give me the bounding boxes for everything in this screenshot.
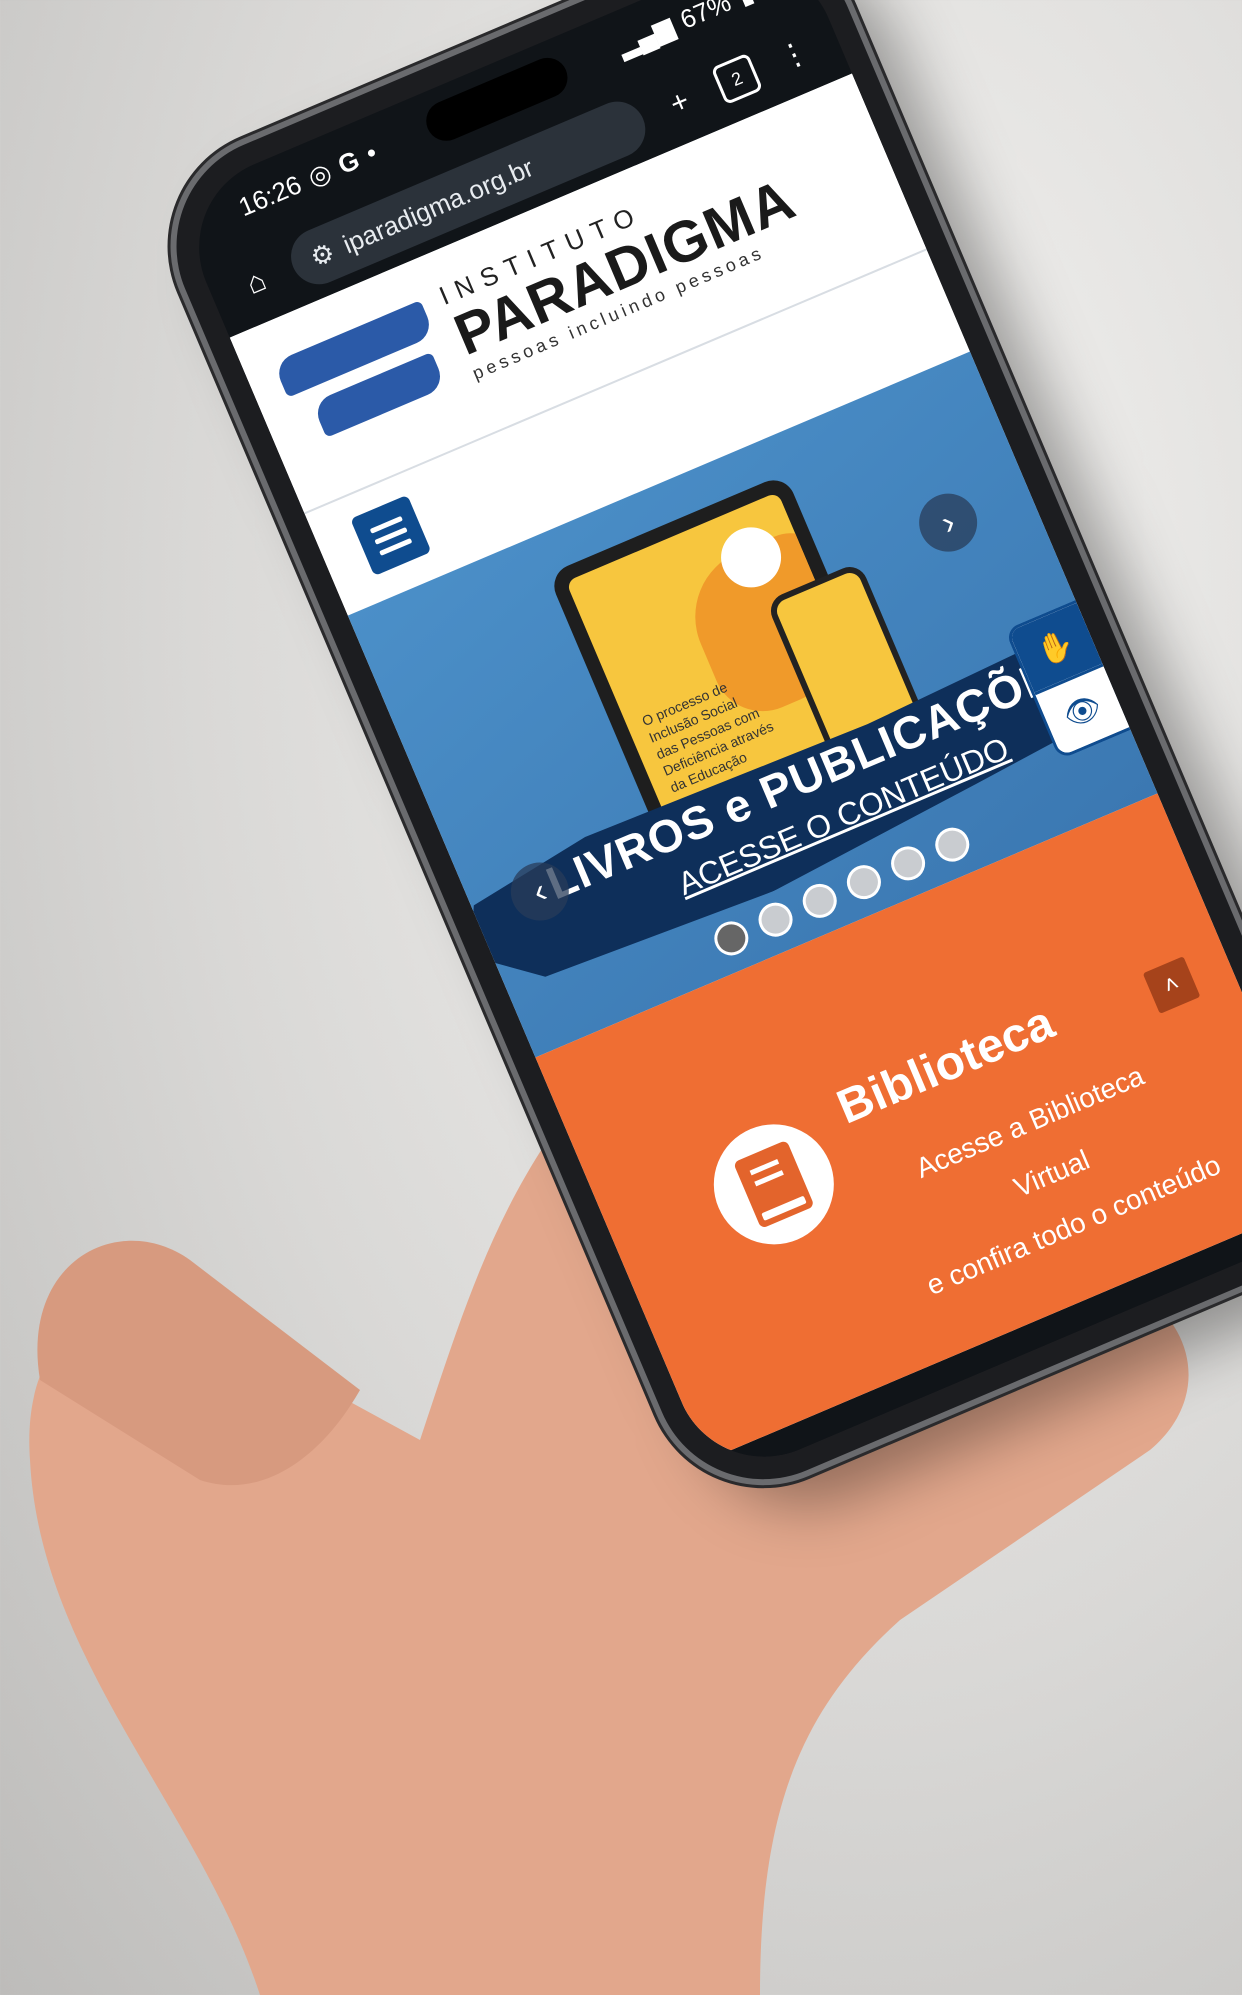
- scroll-to-top-button[interactable]: ˄: [1142, 956, 1201, 1014]
- carousel-next-button[interactable]: ›: [910, 484, 987, 561]
- back-icon[interactable]: ‹: [1236, 1260, 1242, 1316]
- carousel-dot[interactable]: [797, 878, 843, 924]
- tab-switcher-button[interactable]: 2: [708, 50, 766, 108]
- new-tab-icon[interactable]: +: [651, 74, 709, 132]
- instagram-icon: ◎: [303, 155, 336, 193]
- web-page: INSTITUTO PARADIGMA pessoas incluindo pe…: [229, 73, 1242, 1461]
- home-button-icon[interactable]: [1020, 1347, 1077, 1403]
- battery-icon: ▮: [733, 0, 758, 11]
- book-icon: [695, 1105, 853, 1264]
- notification-icon: •: [361, 136, 382, 168]
- phone-screen: 16:26 ◎ G • ▂▄▆ 67% ▮ ⌂ ⚙ iparadigma.org…: [171, 0, 1242, 1485]
- carousel-dot[interactable]: [709, 916, 754, 961]
- more-menu-icon[interactable]: ⋮: [765, 26, 823, 84]
- tab-count: 2: [710, 52, 764, 106]
- status-time: 16:26: [233, 168, 306, 222]
- signal-icon: ▂▄▆: [612, 10, 679, 62]
- carousel-dot[interactable]: [929, 822, 975, 867]
- hamburger-menu-button[interactable]: [350, 494, 432, 577]
- smartphone: 16:26 ◎ G • ▂▄▆ 67% ▮ ⌂ ⚙ iparadigma.org…: [142, 0, 1242, 1514]
- logo-mark: [272, 300, 461, 458]
- google-icon: G: [333, 144, 364, 180]
- home-icon[interactable]: ⌂: [228, 254, 286, 312]
- carousel-dot[interactable]: [885, 841, 931, 886]
- battery-level: 67%: [675, 0, 736, 35]
- carousel-dot[interactable]: [753, 897, 798, 942]
- site-settings-icon[interactable]: ⚙: [306, 236, 340, 274]
- carousel-dot[interactable]: [841, 859, 887, 905]
- recent-apps-icon[interactable]: |||: [807, 1434, 861, 1484]
